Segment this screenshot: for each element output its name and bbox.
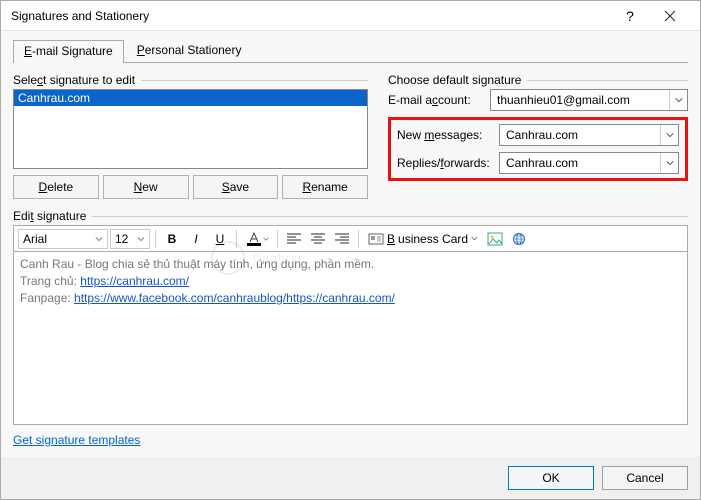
editor-line: Trang chủ: https://canhrau.com/	[20, 273, 681, 290]
chevron-down-icon	[660, 125, 678, 145]
tab-strip: E-mail Signature Personal Stationery	[13, 39, 688, 63]
template-link-row: Get signature templates	[13, 425, 688, 457]
link[interactable]: https://www.facebook.com/canhraublog/	[74, 291, 286, 305]
link[interactable]: https://canhrau.com/	[80, 274, 189, 288]
delete-button[interactable]: Delete	[13, 175, 99, 199]
tab-personal-stationery[interactable]: Personal Stationery	[126, 39, 253, 62]
get-templates-link[interactable]: Get signature templates	[13, 433, 140, 447]
new-messages-dropdown[interactable]: Canhrau.com	[499, 124, 679, 146]
align-center-button[interactable]	[307, 228, 329, 250]
editor-toolbar: Arial 12 B I U Business Card	[13, 225, 688, 251]
dialog-footer: OK Cancel	[1, 457, 700, 499]
select-signature-label: Select signature to edit	[13, 73, 368, 87]
chevron-down-icon	[669, 90, 687, 110]
signature-listbox[interactable]: Canhrau.com	[13, 89, 368, 169]
replies-forwards-dropdown[interactable]: Canhrau.com	[499, 152, 679, 174]
align-left-button[interactable]	[283, 228, 305, 250]
signature-editor[interactable]: Canh Rau - Blog chia sẻ thủ thuật máy tí…	[13, 251, 688, 425]
highlight-box: New messages: Canhrau.com Replies/forwar…	[388, 117, 688, 181]
titlebar: Signatures and Stationery ?	[1, 1, 700, 31]
align-right-button[interactable]	[331, 228, 353, 250]
underline-button[interactable]: U	[209, 228, 231, 250]
rename-button[interactable]: Rename	[282, 175, 368, 199]
save-button[interactable]: Save	[193, 175, 279, 199]
email-account-dropdown[interactable]: thuanhieu01@gmail.com	[490, 89, 688, 111]
link[interactable]: https://canhrau.com/	[286, 291, 395, 305]
bold-button[interactable]: B	[161, 228, 183, 250]
help-button[interactable]: ?	[610, 1, 650, 31]
business-card-button[interactable]: Business Card	[364, 228, 482, 250]
dialog-window: Signatures and Stationery ? Canhrau E-ma…	[0, 0, 701, 500]
email-account-label: E-mail account:	[388, 93, 490, 107]
new-messages-label: New messages:	[397, 128, 499, 142]
italic-button[interactable]: I	[185, 228, 207, 250]
insert-hyperlink-button[interactable]	[508, 228, 530, 250]
business-card-icon	[368, 232, 384, 246]
new-button[interactable]: New	[103, 175, 189, 199]
editor-line: Canh Rau - Blog chia sẻ thủ thuật máy tí…	[20, 256, 681, 273]
tab-email-signature[interactable]: E-mail Signature	[13, 40, 124, 63]
dialog-title: Signatures and Stationery	[11, 9, 610, 23]
font-family-dropdown[interactable]: Arial	[18, 229, 108, 249]
default-signature-label: Choose default signature	[388, 73, 688, 87]
cancel-button[interactable]: Cancel	[602, 466, 688, 490]
close-button[interactable]	[650, 1, 690, 31]
font-size-dropdown[interactable]: 12	[110, 229, 150, 249]
editor-line: Fanpage: https://www.facebook.com/canhra…	[20, 290, 681, 307]
ok-button[interactable]: OK	[508, 466, 594, 490]
font-color-button[interactable]	[242, 228, 272, 250]
edit-signature-label: Edit signature	[13, 209, 688, 223]
replies-forwards-label: Replies/forwards:	[397, 156, 499, 170]
insert-picture-button[interactable]	[484, 228, 506, 250]
signature-item[interactable]: Canhrau.com	[14, 90, 367, 106]
chevron-down-icon	[660, 153, 678, 173]
